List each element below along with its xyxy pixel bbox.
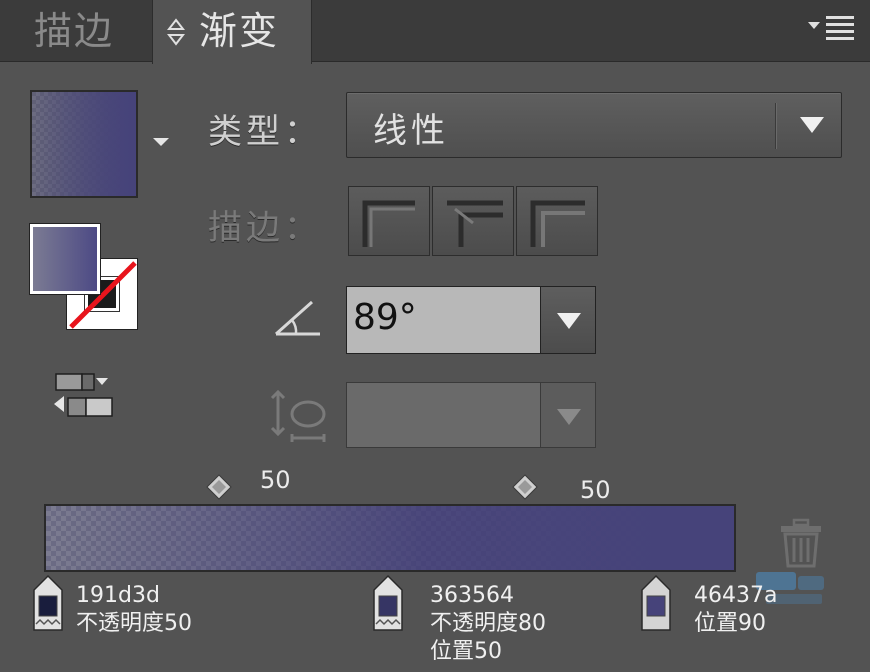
chevron-down-icon xyxy=(557,409,581,425)
midpoint-label: 50 xyxy=(580,476,611,504)
aspect-ratio-input[interactable] xyxy=(346,382,542,448)
midpoint-diamond-icon[interactable] xyxy=(512,474,538,500)
gradient-swatch-fill xyxy=(32,92,136,196)
stroke-within-icon xyxy=(362,200,415,247)
gradient-type-value: 线性 xyxy=(373,111,449,151)
stop-hex: 191d3d xyxy=(76,583,160,608)
gradient-swatch[interactable] xyxy=(30,90,138,198)
angle-icon xyxy=(275,300,320,336)
tab-gradient-label: 渐变 xyxy=(199,9,280,53)
panel-menu-icon[interactable] xyxy=(808,14,856,44)
stop-hex: 363564 xyxy=(430,583,514,608)
stroke-within-button[interactable] xyxy=(348,186,430,256)
gradient-ramp-fill xyxy=(46,506,734,570)
fill-color-box[interactable] xyxy=(29,223,101,295)
color-stop[interactable] xyxy=(32,574,64,634)
stroke-along-button[interactable] xyxy=(432,186,514,256)
stroke-across-button[interactable] xyxy=(516,186,598,256)
chevron-down-icon xyxy=(557,313,581,329)
stroke-label: 描边： xyxy=(208,208,322,248)
stop-location: 位置50 xyxy=(430,639,502,664)
stop-opacity: 不透明度80 xyxy=(430,611,546,636)
tab-stroke-label: 描边 xyxy=(34,9,115,53)
color-stop[interactable] xyxy=(372,574,404,634)
reverse-gradient-icon[interactable] xyxy=(50,370,116,422)
angle-dropdown-button[interactable] xyxy=(540,286,596,354)
aspect-ratio-dropdown-button[interactable] xyxy=(540,382,596,448)
chevron-down-icon xyxy=(800,117,824,133)
stop-opacity: 不透明度50 xyxy=(76,611,192,636)
tab-stroke[interactable]: 描边 xyxy=(0,0,150,62)
color-stop-info: 191d3d 不透明度50 xyxy=(76,582,192,638)
stop-hex: 46437a xyxy=(694,583,778,608)
color-stop-info: 46437a 位置90 xyxy=(694,582,777,638)
tab-gradient[interactable]: 渐变 xyxy=(152,0,312,64)
gradient-ramp[interactable] xyxy=(44,504,736,572)
gradient-menu-dropdown-icon[interactable] xyxy=(152,136,170,148)
midpoint-label: 50 xyxy=(260,466,291,494)
stroke-across-icon xyxy=(530,200,585,247)
color-stop-info: 363564 不透明度80 位置50 xyxy=(430,582,546,666)
stop-location: 位置90 xyxy=(694,611,766,636)
midpoint-diamond-icon[interactable] xyxy=(206,474,232,500)
aspect-ratio-icon xyxy=(270,389,326,442)
dropdown-separator xyxy=(775,103,777,149)
type-label: 类型： xyxy=(208,112,322,152)
gradient-type-dropdown[interactable]: 线性 xyxy=(346,92,842,158)
trash-icon[interactable] xyxy=(778,518,824,568)
color-stop[interactable] xyxy=(640,574,672,634)
angle-input[interactable]: 89° xyxy=(346,286,542,354)
stroke-along-icon xyxy=(447,200,503,247)
panel-tab-bar: 描边 渐变 xyxy=(0,0,870,64)
tab-options-arrows-icon xyxy=(167,18,185,46)
